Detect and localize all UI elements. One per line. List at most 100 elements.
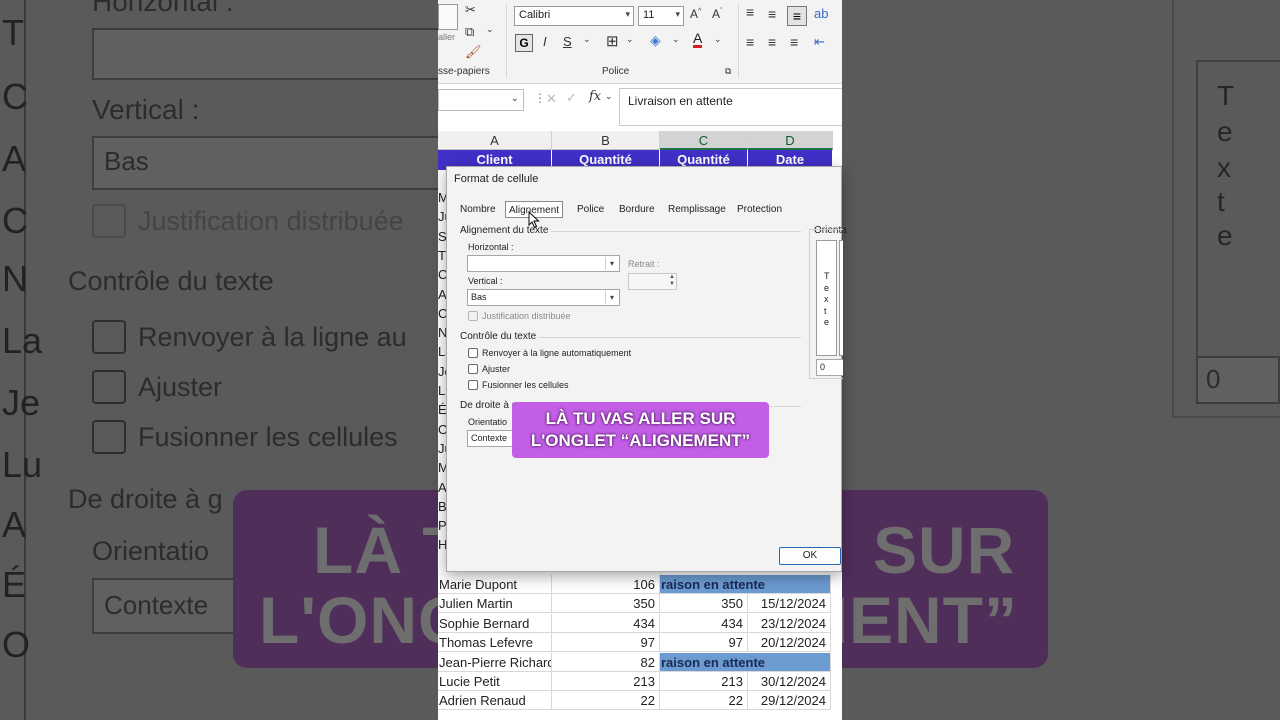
cell-date[interactable]: 29/12/2024 xyxy=(748,691,831,711)
cell-client[interactable]: Jean-Pierre Richard xyxy=(438,652,552,672)
bold-button[interactable]: G xyxy=(515,34,533,52)
font-size-combo[interactable]: 11 ▾ xyxy=(638,6,684,26)
horizontal-label: Horizontal : xyxy=(468,242,514,252)
cancel-icon[interactable]: ✕ xyxy=(546,91,557,107)
bg-letter: A xyxy=(2,138,27,179)
enter-icon[interactable]: ✓ xyxy=(566,90,577,106)
cell-date[interactable]: 30/12/2024 xyxy=(748,672,831,691)
bg-checkbox xyxy=(92,204,126,238)
orientation-icon[interactable]: ab xyxy=(814,6,828,21)
borders-icon[interactable]: ⊞ xyxy=(606,32,619,50)
cell-quantite[interactable]: 434 xyxy=(552,613,660,633)
degrees-spinner[interactable]: 0 xyxy=(816,359,843,376)
align-left-icon[interactable]: ≡ xyxy=(746,34,754,50)
chevron-down-icon[interactable]: ⌄ xyxy=(672,34,680,45)
chevron-down-icon[interactable]: ⌄ xyxy=(486,24,494,35)
formula-input[interactable]: Livraison en attente xyxy=(619,88,842,126)
fusionner-checkbox[interactable] xyxy=(468,380,478,390)
cell-quantite-2[interactable]: 434 xyxy=(660,613,748,633)
chevron-down-icon: ▾ xyxy=(675,9,680,19)
bg-letter: O xyxy=(2,624,31,665)
cell-status[interactable]: raison en attente xyxy=(660,575,831,594)
underline-button[interactable]: S xyxy=(563,34,572,49)
cell-client[interactable]: Julien Martin xyxy=(438,594,552,614)
bg-texte-letter: e xyxy=(1217,220,1233,251)
ok-button[interactable]: OK xyxy=(779,547,841,565)
ribbon: aller ✂ ⧉ ⌄ 🖌 sse-papiers Calibri ▾ 11 ▾ A… xyxy=(438,0,842,84)
bg-vertical-value: Bas xyxy=(104,146,149,176)
align-bottom-icon[interactable]: ≡ xyxy=(787,6,807,26)
shrink-font-icon[interactable]: Aˇ xyxy=(712,7,722,21)
chevron-down-icon[interactable]: ⌄ xyxy=(605,91,613,102)
vertical-select[interactable]: Bas ▾ xyxy=(467,289,620,306)
chevron-down-icon[interactable]: ⌄ xyxy=(626,34,634,45)
ajuster-checkbox[interactable] xyxy=(468,364,478,374)
column-header-B[interactable]: B xyxy=(552,131,660,150)
cell-client[interactable]: Thomas Lefevre xyxy=(438,633,552,653)
insert-function-button[interactable]: fx xyxy=(589,89,601,104)
cell-date[interactable]: 15/12/2024 xyxy=(748,594,831,614)
cell-quantite[interactable]: 106 xyxy=(552,575,660,594)
cell-client[interactable]: Marie Dupont xyxy=(438,575,552,594)
align-top-icon[interactable]: ≡ xyxy=(746,4,754,20)
section-divider xyxy=(767,406,801,407)
bg-texte-letter: T xyxy=(1217,80,1235,111)
dialog-launcher-icon[interactable]: ⧉ xyxy=(725,66,731,77)
tab-remplissage[interactable]: Remplissage xyxy=(665,201,729,218)
grow-font-icon[interactable]: A^ xyxy=(690,7,701,21)
fill-color-icon[interactable]: ◈ xyxy=(650,32,661,49)
bg-letter: A xyxy=(2,504,27,545)
paste-label: aller xyxy=(438,32,456,42)
cell-client[interactable]: Sophie Bernard xyxy=(438,613,552,633)
name-box[interactable]: ⌄ xyxy=(438,89,524,111)
paste-icon[interactable] xyxy=(438,4,458,30)
cell-quantite[interactable]: 213 xyxy=(552,672,660,691)
cell-quantite[interactable]: 350 xyxy=(552,594,660,614)
cell-quantite-2[interactable]: 22 xyxy=(660,691,748,711)
chevron-down-icon[interactable]: ⌄ xyxy=(583,34,591,45)
copy-icon[interactable]: ⧉ xyxy=(465,24,474,40)
column-header-D[interactable]: D xyxy=(748,131,833,150)
context-select[interactable]: Contexte xyxy=(467,430,517,447)
tab-bordure[interactable]: Bordure xyxy=(616,201,658,218)
align-middle-icon[interactable]: ≡ xyxy=(768,6,776,22)
justification-checkbox[interactable] xyxy=(468,311,478,321)
more-icon[interactable]: ⋮ xyxy=(534,91,546,105)
cell-status[interactable]: raison en attente xyxy=(660,652,831,672)
cell-client[interactable]: Adrien Renaud xyxy=(438,691,552,711)
cell-quantite[interactable]: 82 xyxy=(552,652,660,672)
cell-quantite[interactable]: 97 xyxy=(552,633,660,653)
tab-protection[interactable]: Protection xyxy=(734,201,785,218)
cell-date[interactable]: 20/12/2024 xyxy=(748,633,831,653)
column-header-A[interactable]: A xyxy=(438,131,552,150)
cell-date[interactable]: 23/12/2024 xyxy=(748,613,831,633)
vertical-text-letter: t xyxy=(824,305,827,316)
vertical-text-letter: x xyxy=(824,294,829,304)
orientation-dial[interactable] xyxy=(839,240,843,356)
format-painter-icon[interactable]: 🖌 xyxy=(465,44,482,60)
cell-client[interactable]: Lucie Petit xyxy=(438,672,552,691)
font-name-value: Calibri xyxy=(519,9,551,21)
tab-nombre[interactable]: Nombre xyxy=(457,201,499,218)
cell-quantite-2[interactable]: 350 xyxy=(660,594,748,614)
font-color-icon[interactable]: A xyxy=(693,31,703,48)
italic-button[interactable]: I xyxy=(543,34,547,49)
cell-quantite-2[interactable]: 97 xyxy=(660,633,748,653)
fusionner-label: Fusionner les cellules xyxy=(482,380,569,390)
decrease-indent-icon[interactable]: ⇤ xyxy=(814,34,825,50)
font-name-combo[interactable]: Calibri ▾ xyxy=(514,6,634,26)
horizontal-select[interactable]: ▾ xyxy=(467,255,620,272)
cell-quantite[interactable]: 22 xyxy=(552,691,660,711)
align-center-icon[interactable]: ≡ xyxy=(768,34,776,50)
retrait-spinner[interactable]: ▲ ▼ xyxy=(628,273,677,290)
bg-justification: Justification distribuée xyxy=(138,206,404,236)
align-right-icon[interactable]: ≡ xyxy=(790,34,798,50)
tab-police[interactable]: Police xyxy=(574,201,607,218)
cell-quantite-2[interactable]: 213 xyxy=(660,672,748,691)
mouse-cursor-icon xyxy=(528,211,540,229)
column-header-C[interactable]: C xyxy=(660,131,748,150)
chevron-down-icon[interactable]: ⌄ xyxy=(714,34,722,45)
bg-horizontal-box xyxy=(92,28,452,80)
renvoyer-checkbox[interactable] xyxy=(468,348,478,358)
cut-icon[interactable]: ✂ xyxy=(465,2,476,18)
